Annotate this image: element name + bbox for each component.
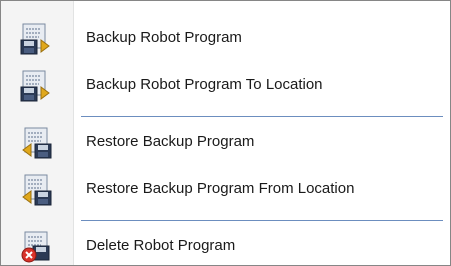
- menu-separator: [81, 116, 443, 117]
- menu-item-restore-backup-program[interactable]: Restore Backup Program: [1, 119, 450, 165]
- menu-item-label: Delete Robot Program: [86, 237, 236, 254]
- menu-item-label: Backup Robot Program To Location: [86, 76, 323, 93]
- menu-item-backup-robot-program-to-location[interactable]: Backup Robot Program To Location: [1, 62, 450, 108]
- menu-item-restore-backup-program-from-location[interactable]: Restore Backup Program From Location: [1, 166, 450, 212]
- menu-item-label: Restore Backup Program: [86, 133, 255, 150]
- menu-item-label: Restore Backup Program From Location: [86, 180, 355, 197]
- restore-backup-program-from-location-icon: [19, 173, 53, 207]
- restore-backup-program-icon: [19, 126, 53, 160]
- menu-item-delete-robot-program[interactable]: Delete Robot Program: [1, 223, 450, 265]
- delete-robot-program-icon: [19, 230, 53, 264]
- context-menu: Backup Robot Program Backup Robot Progra…: [0, 0, 451, 266]
- menu-item-label: Backup Robot Program: [86, 29, 242, 46]
- backup-robot-program-icon: [19, 22, 53, 56]
- menu-item-backup-robot-program[interactable]: Backup Robot Program: [1, 15, 450, 61]
- menu-separator: [81, 220, 443, 221]
- backup-robot-program-to-location-icon: [19, 69, 53, 103]
